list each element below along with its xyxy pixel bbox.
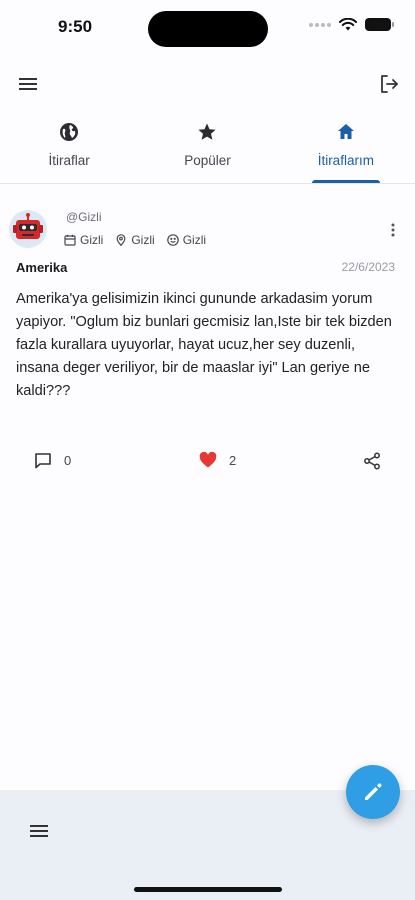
avatar[interactable]	[9, 210, 47, 248]
globe-icon	[58, 121, 80, 143]
tab-label: Popüler	[184, 153, 231, 168]
pencil-icon	[365, 783, 382, 800]
home-icon	[335, 121, 357, 143]
status-bar: 9:50	[0, 0, 415, 56]
meta-date-text: Gizli	[80, 233, 104, 247]
tab-label: İtiraflarım	[317, 153, 374, 168]
top-app-bar	[0, 68, 415, 102]
tab-populer[interactable]: Popüler	[138, 112, 276, 183]
post-title: Amerika	[16, 260, 68, 275]
location-icon	[116, 234, 126, 246]
post-actions: 0 2	[0, 452, 415, 476]
comments-count: 0	[64, 453, 72, 468]
meta-mood: Gizli	[166, 233, 207, 247]
post-body: Amerika'ya gelisimizin ikinci gununde ar…	[16, 291, 392, 399]
tab-itiraflar[interactable]: İtiraflar	[0, 112, 138, 183]
star-icon	[196, 121, 218, 143]
more-options-icon[interactable]	[387, 220, 399, 240]
active-tab-indicator	[311, 180, 380, 183]
likes-count: 2	[229, 452, 237, 468]
like-button[interactable]: 2	[199, 452, 236, 468]
home-indicator	[134, 887, 282, 892]
calendar-icon	[64, 234, 76, 246]
meta-location-text: Gizli	[131, 233, 155, 247]
wifi-icon	[339, 18, 357, 31]
comment-icon	[35, 453, 51, 469]
meta-date: Gizli	[64, 233, 103, 247]
signal-icon	[309, 22, 331, 27]
battery-icon	[365, 18, 394, 31]
smiley-icon	[166, 234, 179, 246]
logout-icon[interactable]	[377, 72, 401, 96]
status-icons	[309, 18, 394, 31]
heart-icon	[199, 452, 217, 468]
tab-bar: İtiraflar Popüler İtiraflarım	[0, 112, 415, 184]
bottom-menu-icon[interactable]	[28, 820, 50, 842]
post-username: @Gizli	[66, 210, 102, 224]
tab-label: İtiraflar	[48, 153, 90, 168]
share-button[interactable]	[363, 452, 381, 470]
post-date: 22/6/2023	[341, 260, 395, 274]
new-confession-button[interactable]	[346, 765, 400, 819]
status-time: 9:50	[58, 17, 93, 36]
menu-icon[interactable]	[16, 72, 40, 96]
dynamic-island	[148, 11, 268, 47]
comments-button[interactable]: 0	[34, 452, 71, 469]
post-meta: Gizli Gizli Gizli	[64, 233, 206, 247]
meta-mood-text: Gizli	[182, 233, 207, 247]
meta-location: Gizli	[115, 233, 155, 247]
tab-itiraflarim[interactable]: İtiraflarım	[277, 112, 415, 183]
share-icon	[364, 452, 380, 470]
